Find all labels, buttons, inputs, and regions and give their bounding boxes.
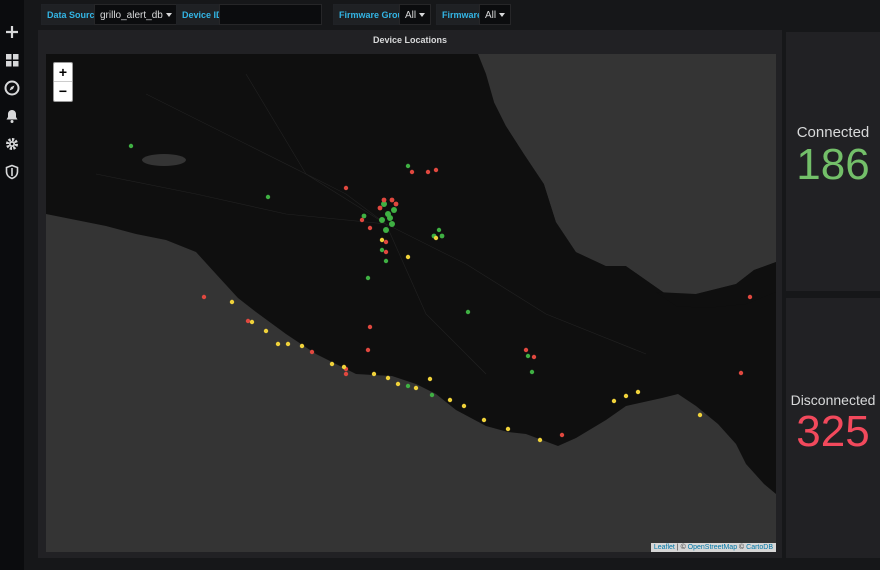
- leaflet-link[interactable]: Leaflet: [654, 544, 675, 551]
- alerting-icon[interactable]: [3, 107, 21, 125]
- zoom-in-button[interactable]: +: [54, 63, 72, 82]
- firmware-select[interactable]: All: [479, 4, 512, 25]
- cartodb-link[interactable]: CartoDB: [746, 544, 773, 551]
- device-id-input[interactable]: [219, 4, 322, 25]
- firmware-group-value: All: [405, 10, 417, 21]
- chevron-down-icon: [499, 13, 506, 18]
- map-attribution: Leaflet | © OpenStreetMap © CartoDB: [650, 543, 776, 552]
- disconnected-stat-panel: Disconnected 325: [786, 298, 880, 558]
- firmware-value: All: [485, 10, 497, 21]
- shield-icon[interactable]: [3, 163, 21, 181]
- explore-icon[interactable]: [3, 79, 21, 97]
- device-map[interactable]: + − Leaflet | © OpenStreetMap © CartoDB: [46, 54, 776, 552]
- map-tiles: [46, 54, 776, 552]
- data-source-select[interactable]: grillo_alert_db: [94, 4, 178, 25]
- panel-title: Device Locations: [372, 35, 448, 45]
- firmware-group-select[interactable]: All: [399, 4, 432, 25]
- dashboards-icon[interactable]: [3, 51, 21, 69]
- disconnected-value: 325: [796, 407, 870, 456]
- chevron-down-icon: [165, 13, 172, 18]
- disconnected-title: Disconnected: [790, 392, 876, 408]
- chevron-down-icon: [419, 13, 426, 18]
- plus-icon[interactable]: [3, 23, 21, 41]
- gear-icon[interactable]: [3, 135, 21, 153]
- zoom-out-button[interactable]: −: [54, 82, 72, 101]
- device-locations-panel: Device Locations + − Leaflet | © OpenStr…: [38, 30, 782, 558]
- connected-stat-panel: Connected 186: [786, 32, 880, 291]
- data-source-value: grillo_alert_db: [100, 10, 163, 21]
- sidebar: [0, 0, 24, 570]
- zoom-control: + −: [53, 62, 73, 102]
- openstreetmap-link[interactable]: OpenStreetMap: [688, 544, 737, 551]
- connected-value: 186: [796, 140, 870, 189]
- connected-title: Connected: [796, 124, 870, 141]
